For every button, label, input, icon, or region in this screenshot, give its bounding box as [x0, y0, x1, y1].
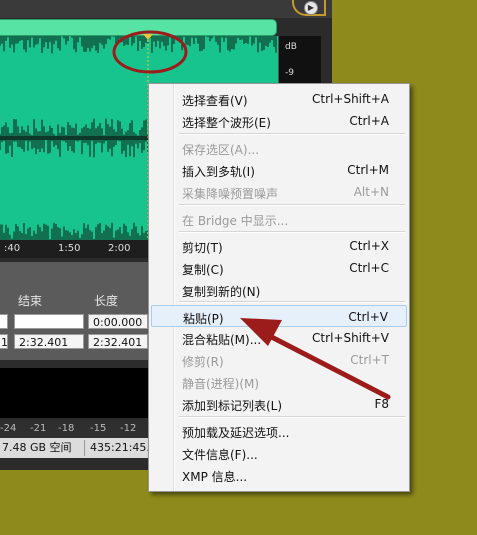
annotation-circle: [112, 30, 188, 74]
annotation-overlay: [112, 30, 391, 400]
annotation-arrow-shaft: [255, 327, 391, 400]
